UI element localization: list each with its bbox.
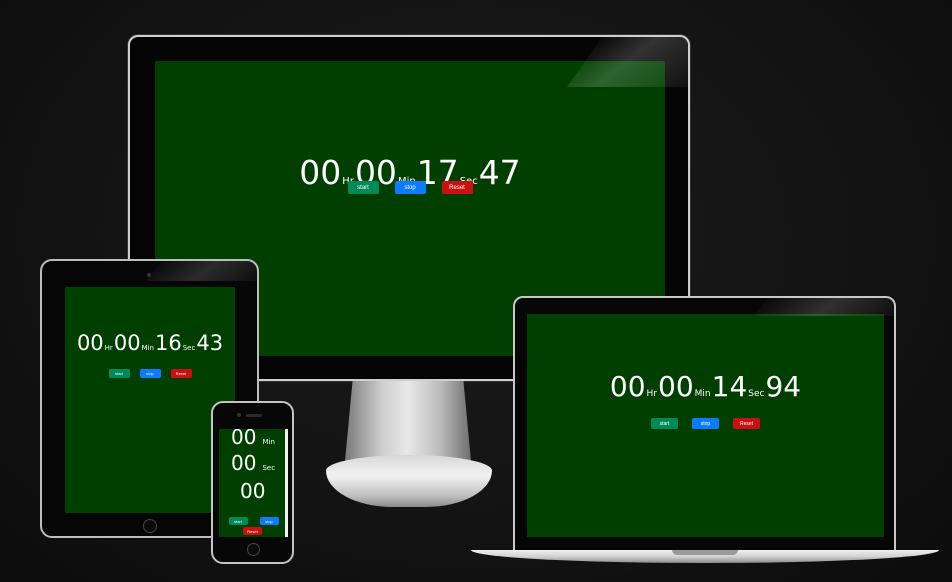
centiseconds-value: 94 xyxy=(765,370,802,403)
phone-seconds-row: 00 Sec xyxy=(231,451,275,475)
hours-label: Hr xyxy=(104,344,113,352)
hours-value: 00 xyxy=(609,370,646,403)
laptop-controls: start stop Reset xyxy=(527,418,884,429)
phone-centis-row: 00 xyxy=(240,479,265,503)
start-button[interactable]: start xyxy=(228,517,248,525)
laptop-screen: 00Hr00Min14Sec94 start stop Reset xyxy=(527,314,884,537)
start-button[interactable]: start xyxy=(347,181,379,194)
centiseconds-value: 00 xyxy=(240,479,266,503)
minutes-label: Min xyxy=(262,438,275,446)
phone-speaker xyxy=(246,414,262,417)
phone-screen: 00 Min 00 Sec 00 start stop xyxy=(219,429,288,537)
start-button[interactable]: start xyxy=(651,418,678,429)
stop-button[interactable]: stop xyxy=(692,418,719,429)
start-button[interactable]: start xyxy=(108,369,130,378)
reset-button[interactable]: Reset xyxy=(441,181,473,194)
phone-camera-icon xyxy=(237,413,241,417)
stop-button[interactable]: stop xyxy=(259,517,279,525)
phone-home-button xyxy=(247,543,260,556)
reset-button[interactable]: Reset xyxy=(243,527,262,535)
stop-button[interactable]: stop xyxy=(394,181,426,194)
minutes-value: 00 xyxy=(231,429,257,449)
laptop-lid: 00Hr00Min14Sec94 start stop Reset xyxy=(513,296,896,552)
phone-device: 00 Min 00 Sec 00 start stop Reset xyxy=(211,401,294,564)
hours-value: 00 xyxy=(76,331,104,355)
minutes-label: Min xyxy=(141,344,154,352)
minutes-value: 00 xyxy=(113,331,141,355)
seconds-value: 16 xyxy=(154,331,182,355)
reset-button[interactable]: Reset xyxy=(733,418,760,429)
minutes-label: Min xyxy=(694,389,711,399)
stop-button[interactable]: stop xyxy=(139,369,161,378)
seconds-label: Sec xyxy=(262,464,276,472)
laptop-notch xyxy=(672,550,738,555)
seconds-value: 00 xyxy=(231,451,257,475)
tablet-camera-icon xyxy=(147,273,151,277)
phone-minutes-row: 00 Min xyxy=(231,429,275,449)
tablet-screen: 00Hr00Min16Sec43 start stop Reset xyxy=(65,287,235,513)
hours-label: Hr xyxy=(646,389,657,399)
monitor-stand-neck xyxy=(345,381,471,461)
seconds-label: Sec xyxy=(182,344,196,352)
minutes-value: 00 xyxy=(658,370,694,403)
monitor-stand-base xyxy=(326,455,492,507)
desktop-controls: start stop Reset xyxy=(155,181,665,194)
laptop-stopwatch-display: 00Hr00Min14Sec94 xyxy=(527,370,884,403)
tablet-home-button xyxy=(143,519,157,533)
centiseconds-value: 43 xyxy=(196,331,224,355)
phone-scrollbar[interactable] xyxy=(285,429,288,537)
tablet-stopwatch-display: 00Hr00Min16Sec43 xyxy=(65,331,235,355)
phone-reset-row: Reset xyxy=(213,527,292,535)
reset-button[interactable]: Reset xyxy=(170,369,192,378)
seconds-value: 14 xyxy=(711,370,748,403)
phone-controls: start stop xyxy=(219,517,288,525)
tablet-controls: start stop Reset xyxy=(65,369,235,378)
seconds-label: Sec xyxy=(748,389,765,399)
